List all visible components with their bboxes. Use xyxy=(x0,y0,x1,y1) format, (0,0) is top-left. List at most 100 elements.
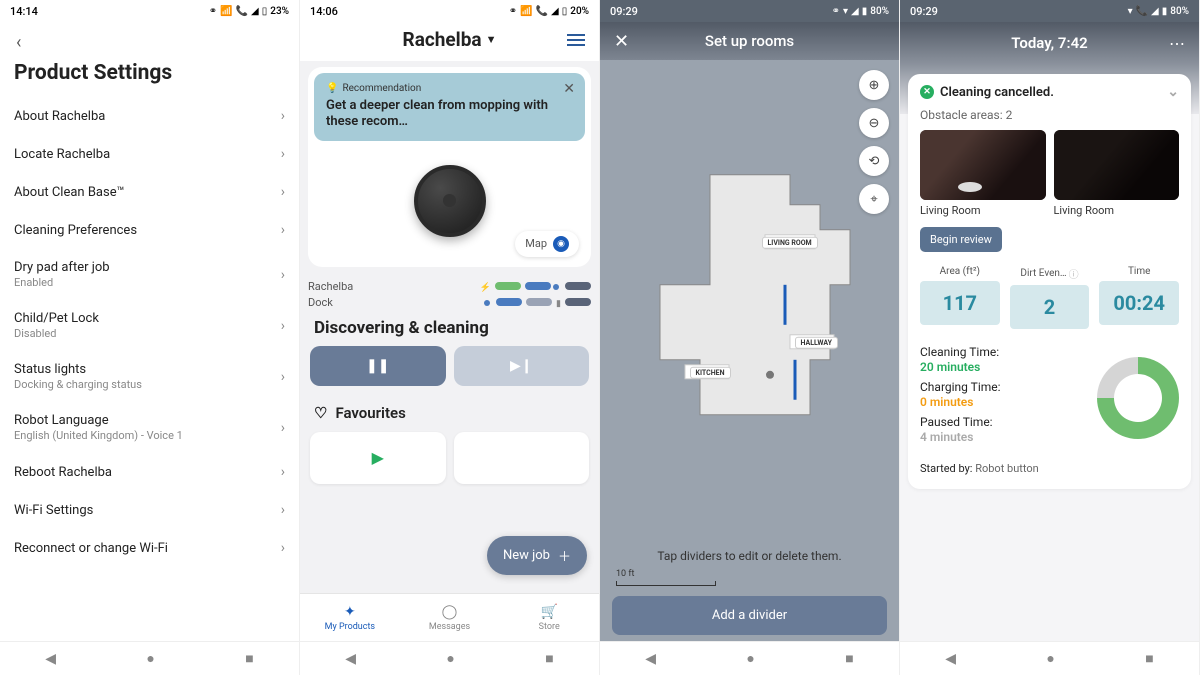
settings-row[interactable]: Reboot Rachelba› xyxy=(14,453,285,491)
settings-row[interactable]: Status lightsDocking & charging status› xyxy=(14,351,285,402)
nav-home-icon[interactable]: ● xyxy=(446,650,454,667)
room-label-living[interactable]: LIVING ROOM xyxy=(762,236,818,248)
settings-row[interactable]: Robot LanguageEnglish (United Kingdom) -… xyxy=(14,402,285,453)
favourite-card[interactable]: ▶ xyxy=(310,432,446,484)
settings-row[interactable]: Child/Pet LockDisabled› xyxy=(14,300,285,351)
page-title: Set up rooms xyxy=(614,32,885,50)
close-icon[interactable]: ✕ xyxy=(563,81,575,97)
zoom-in-button[interactable]: ⊕ xyxy=(859,70,889,100)
new-job-button[interactable]: New job＋ xyxy=(487,536,587,575)
nav-back-icon[interactable]: ◀ xyxy=(645,651,656,667)
begin-review-button[interactable]: Begin review xyxy=(920,227,1002,252)
battery-icon: ▮ xyxy=(862,6,868,17)
wifi-icon: ▾ xyxy=(1128,6,1133,17)
page-title: Product Settings xyxy=(14,61,285,85)
android-nav: ◀ ● ■ xyxy=(900,641,1199,675)
phone-icon: 📞 xyxy=(536,6,548,17)
favourites-header[interactable]: ♡Favourites xyxy=(300,394,599,432)
settings-label: Cleaning Preferences xyxy=(14,223,137,238)
water-icon xyxy=(484,300,490,306)
minus-magnify-icon: ⊖ xyxy=(869,116,880,131)
settings-row[interactable]: Wi-Fi Settings› xyxy=(14,491,285,529)
chevron-right-icon: › xyxy=(281,502,285,518)
status-bar: 14:06 ⚭ 📶 📞 ◢ ▯ 20% xyxy=(300,0,599,22)
recommendation-card[interactable]: 💡Recommendation Get a deeper clean from … xyxy=(314,73,585,141)
status-time: 14:06 xyxy=(310,5,338,18)
settings-label: Robot Language xyxy=(14,413,183,428)
fit-button[interactable]: ⌖ xyxy=(859,184,889,214)
obstacle-count: Obstacle areas: 2 xyxy=(920,108,1179,122)
cart-icon: 🛒 xyxy=(540,604,557,620)
settings-row[interactable]: Locate Rachelba › xyxy=(14,135,285,173)
floorplan-svg xyxy=(640,134,860,434)
settings-label: About Rachelba xyxy=(14,109,105,124)
back-button[interactable]: ‹ xyxy=(16,32,285,53)
close-icon[interactable]: ✕ xyxy=(614,31,629,52)
robot-name-dropdown[interactable]: Rachelba▼ xyxy=(403,28,497,51)
settings-row[interactable]: About Rachelba › xyxy=(14,97,285,135)
settings-row[interactable]: Dry pad after jobEnabled› xyxy=(14,249,285,300)
screen-header: ✕ Set up rooms xyxy=(600,22,899,60)
settings-label: Reboot Rachelba xyxy=(14,465,112,480)
nav-recent-icon[interactable]: ■ xyxy=(245,650,253,667)
nav-recent-icon[interactable]: ■ xyxy=(1145,650,1153,667)
chevron-right-icon: › xyxy=(281,108,285,124)
sparkle-icon: ✦ xyxy=(344,604,356,620)
obstacle-thumbnail[interactable]: Living Room xyxy=(1054,130,1180,217)
lightbulb-icon: 💡 xyxy=(326,83,338,94)
scale-indicator: 10 ft xyxy=(600,569,899,592)
nav-home-icon[interactable]: ● xyxy=(746,650,754,667)
wifi-icon: 📶 xyxy=(520,6,532,17)
favourite-card[interactable] xyxy=(454,432,590,484)
charging-time-label: Charging Time: xyxy=(920,380,1085,394)
battery-icon: ▮ xyxy=(1162,6,1168,17)
settings-sublabel: English (United Kingdom) - Voice 1 xyxy=(14,429,183,442)
nav-back-icon[interactable]: ◀ xyxy=(45,651,56,667)
settings-row[interactable]: Cleaning Preferences› xyxy=(14,211,285,249)
add-divider-button[interactable]: Add a divider xyxy=(612,596,887,635)
plus-icon: ＋ xyxy=(558,546,571,565)
wifi-icon: ▾ xyxy=(843,6,848,17)
zoom-out-button[interactable]: ⊖ xyxy=(859,108,889,138)
cleaning-status: Discovering & cleaning xyxy=(300,314,599,346)
chevron-down-icon[interactable]: ⌄ xyxy=(1167,84,1179,100)
pause-button[interactable]: ❚❚ xyxy=(310,346,446,386)
skip-icon: ▶❙ xyxy=(510,358,533,374)
chevron-right-icon: › xyxy=(281,146,285,162)
status-time: 09:29 xyxy=(910,5,938,18)
rotate-button[interactable]: ⟲ xyxy=(859,146,889,176)
settings-label: About Clean Base™ xyxy=(14,185,125,200)
nav-recent-icon[interactable]: ■ xyxy=(545,650,553,667)
settings-label: Child/Pet Lock xyxy=(14,311,99,326)
settings-row[interactable]: About Clean Base™› xyxy=(14,173,285,211)
info-icon[interactable]: ⓘ xyxy=(1069,266,1079,281)
crosshair-icon: ⌖ xyxy=(870,192,877,207)
play-icon: ▶ xyxy=(372,448,384,467)
status-dock-label: Dock xyxy=(308,296,333,309)
nav-store[interactable]: 🛒Store xyxy=(499,594,599,641)
settings-row[interactable]: Reconnect or change Wi-Fi› xyxy=(14,529,285,567)
skip-button[interactable]: ▶❙ xyxy=(454,346,590,386)
plus-magnify-icon: ⊕ xyxy=(869,78,880,93)
nav-messages[interactable]: ◯Messages xyxy=(400,594,500,641)
started-by: Started by: Robot button xyxy=(920,462,1179,475)
room-label-kitchen[interactable]: KITCHEN xyxy=(690,366,731,378)
room-label-hallway[interactable]: HALLWAY xyxy=(795,336,838,348)
nav-home-icon[interactable]: ● xyxy=(1046,650,1054,667)
nav-back-icon[interactable]: ◀ xyxy=(945,651,956,667)
obstacle-thumbnail[interactable]: Living Room xyxy=(920,130,1046,217)
stat-dirt-label: Dirt Even… xyxy=(1020,268,1066,279)
hamburger-menu-icon[interactable] xyxy=(567,34,585,46)
nav-my-products[interactable]: ✦My Products xyxy=(300,594,400,641)
signal-icon: ◢ xyxy=(851,6,859,17)
nav-back-icon[interactable]: ◀ xyxy=(345,651,356,667)
stat-area-value: 117 xyxy=(920,281,1000,325)
nav-home-icon[interactable]: ● xyxy=(146,650,154,667)
more-icon[interactable]: ⋯ xyxy=(1169,34,1185,53)
settings-label: Locate Rachelba xyxy=(14,147,110,162)
map-canvas[interactable]: ⊕ ⊖ ⟲ ⌖ LIVING ROOM HALLWAY KITCHEN xyxy=(600,60,899,543)
page-title: Today, 7:42 xyxy=(914,34,1185,52)
nav-recent-icon[interactable]: ■ xyxy=(845,650,853,667)
map-button[interactable]: Map ◉ xyxy=(515,231,579,257)
cleaning-time-label: Cleaning Time: xyxy=(920,345,1085,359)
